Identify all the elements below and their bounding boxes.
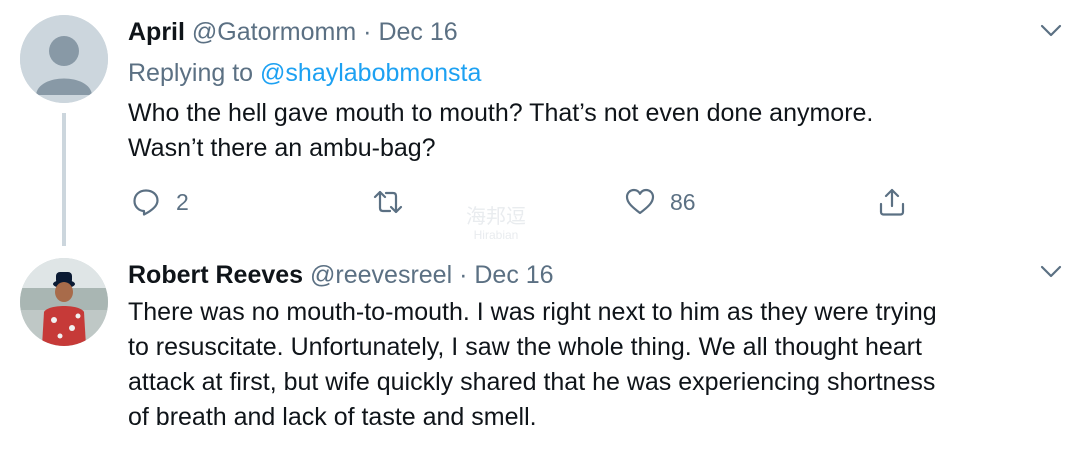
tweet-text-line: to resuscitate. Unfortunately, I saw the… xyxy=(128,333,922,361)
display-name[interactable]: Robert Reeves xyxy=(128,261,303,289)
separator-dot: · xyxy=(459,261,468,289)
default-profile-icon xyxy=(20,15,108,103)
reply-count: 2 xyxy=(176,188,189,215)
tweet-april[interactable]: April @Gatormomm · Dec 16 Replying to @s… xyxy=(0,0,1080,250)
avatar[interactable] xyxy=(20,258,108,346)
tweet-actions: 2 86 xyxy=(128,184,928,220)
reply-button[interactable]: 2 xyxy=(130,184,189,220)
share-icon xyxy=(879,188,905,216)
display-name[interactable]: April xyxy=(128,18,185,46)
user-handle[interactable]: @Gatormomm xyxy=(192,18,356,46)
replying-to: Replying to @shaylabobmonsta xyxy=(128,58,481,88)
tweet-date[interactable]: Dec 16 xyxy=(378,18,457,46)
tweet-text-line: attack at first, but wife quickly shared… xyxy=(128,368,936,396)
replying-prefix: Replying to xyxy=(128,59,254,87)
tweet-robert-reeves[interactable]: Robert Reeves @reevesreel · Dec 16 There… xyxy=(0,250,1080,449)
tweet-text-line: There was no mouth-to-mouth. I was right… xyxy=(128,298,937,326)
tweet-date[interactable]: Dec 16 xyxy=(474,261,553,289)
tweet-text: There was no mouth-to-mouth. I was right… xyxy=(128,295,1063,435)
thread-line xyxy=(62,113,66,246)
tweet-text: Who the hell gave mouth to mouth? That’s… xyxy=(128,96,1063,166)
like-button[interactable]: 86 xyxy=(624,184,696,220)
retweet-button[interactable] xyxy=(372,184,418,220)
chevron-down-icon[interactable] xyxy=(1036,15,1066,45)
replying-to-link[interactable]: @shaylabobmonsta xyxy=(260,59,481,87)
tweet-header: April @Gatormomm · Dec 16 xyxy=(128,17,458,47)
chevron-down-icon[interactable] xyxy=(1036,256,1066,286)
tweet-header: Robert Reeves @reevesreel · Dec 16 xyxy=(128,260,554,290)
separator-dot: · xyxy=(363,18,372,46)
heart-icon xyxy=(625,188,655,215)
avatar-default[interactable] xyxy=(20,15,108,103)
tweet-text-line: Who the hell gave mouth to mouth? That’s… xyxy=(128,99,874,127)
share-button[interactable] xyxy=(876,184,908,220)
profile-photo-icon xyxy=(20,258,108,346)
tweet-text-line: Wasn’t there an ambu-bag? xyxy=(128,134,436,162)
retweet-icon xyxy=(373,190,403,214)
reply-icon xyxy=(133,189,159,216)
user-handle[interactable]: @reevesreel xyxy=(310,261,452,289)
like-count: 86 xyxy=(670,188,696,215)
tweet-text-line: of breath and lack of taste and smell. xyxy=(128,403,537,431)
